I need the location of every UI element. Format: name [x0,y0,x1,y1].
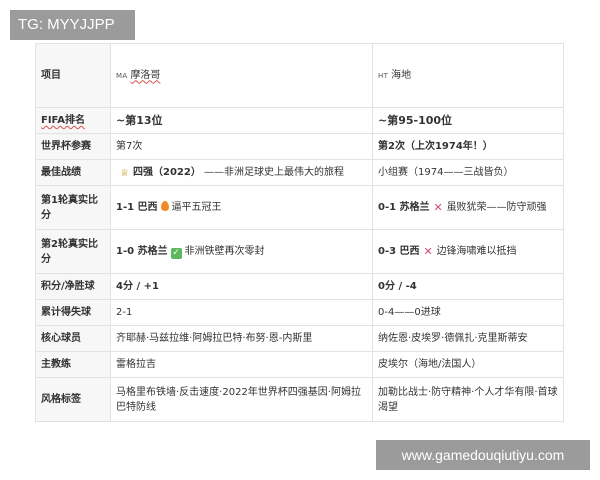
row-label-players: 核心球员 [35,325,111,352]
team-a-name: 摩洛哥 [130,69,161,81]
style-team-b: 加勒比战士·防守精神·个人才华有限·首球渴望 [372,377,564,422]
team-a-code: MA [116,71,128,80]
table-row: 累计得失球 2-1 0-4——0进球 [35,299,564,326]
row-label-goals: 累计得失球 [35,299,111,326]
header-label: 项目 [41,70,61,81]
players-team-b: 纳佐恩·皮埃罗·德佩扎·克里斯蒂安 [372,325,564,352]
table-row: 最佳战绩 ♕ 四强（2022） ——非洲足球史上最伟大的旅程 小组赛（1974——… [35,159,564,186]
goals-team-b: 0-4——0进球 [372,299,564,326]
table-row: 世界杯参赛 第7次 第2次（上次1974年！） [35,133,564,160]
check-icon: ✓ [170,248,182,259]
r1-team-a: 1-1 巴西 逼平五冠王 [110,185,373,230]
comparison-table: 项目 MA 摩洛哥 HT 海地 FIFA排名 ~第13位 ~第95-100位 世界杯… [35,43,564,422]
coach-team-b: 皮埃尔（海地/法国人） [372,351,564,378]
table-row: 第2轮真实比分 1-0 苏格兰 ✓ 非洲铁壁再次零封 0-3 巴西 ✕ 边锋海啸难以抵挡 [35,229,564,274]
team-b-name: 海地 [391,69,412,81]
table-row: 积分/净胜球 4分 / +1 0分 / -4 [35,273,564,300]
table-row: 核心球员 齐耶赫·马兹拉维·阿姆拉巴特·布努·恩-内斯里 纳佐恩·皮埃罗·德佩扎… [35,325,564,352]
team-a-header: MA 摩洛哥 [110,43,373,108]
table-header-row: 项目 MA 摩洛哥 HT 海地 [35,43,564,108]
coach-team-a: 雷格拉吉 [110,351,373,378]
best-team-b: 小组赛（1974——三战皆负） [372,159,564,186]
row-label-fifa: FIFA排名 [35,107,111,134]
row-label-coach: 主教练 [35,351,111,378]
table-row: 风格标签 马格里布铁墙·反击速度·2022年世界杯四强基因·阿姆拉巴特防线 加勒… [35,377,564,422]
channel-tag: TG: MYYJJPP [10,10,135,40]
points-team-a: 4分 / +1 [110,273,373,300]
row-label-r2: 第2轮真实比分 [35,229,111,274]
r2-team-b: 0-3 巴西 ✕ 边锋海啸难以抵挡 [372,229,564,274]
team-b-header: HT 海地 [372,43,564,108]
row-label-r1: 第1轮真实比分 [35,185,111,230]
table-row: 第1轮真实比分 1-1 巴西 逼平五冠王 0-1 苏格兰 ✕ 虽败犹荣——防守顽强 [35,185,564,230]
row-label-wc: 世界杯参赛 [35,133,111,160]
row-label-best: 最佳战绩 [35,159,111,186]
row-label-points: 积分/净胜球 [35,273,111,300]
points-team-b: 0分 / -4 [372,273,564,300]
goals-team-a: 2-1 [110,299,373,326]
cross-icon: ✕ [423,245,433,258]
r1-team-b: 0-1 苏格兰 ✕ 虽败犹荣——防守顽强 [372,185,564,230]
table-row: 主教练 雷格拉吉 皮埃尔（海地/法国人） [35,351,564,378]
cross-icon: ✕ [433,201,443,214]
row-label-style: 风格标签 [35,377,111,422]
fifa-team-a: ~第13位 [110,107,373,134]
r2-team-a: 1-0 苏格兰 ✓ 非洲铁壁再次零封 [110,229,373,274]
team-b-code: HT [378,71,389,80]
trophy-icon: ♕ [120,168,129,179]
best-team-a: ♕ 四强（2022） ——非洲足球史上最伟大的旅程 [110,159,373,186]
style-team-a: 马格里布铁墙·反击速度·2022年世界杯四强基因·阿姆拉巴特防线 [110,377,373,422]
wc-team-b: 第2次（上次1974年！） [372,133,564,160]
table-row: FIFA排名 ~第13位 ~第95-100位 [35,107,564,134]
wc-team-a: 第7次 [110,133,373,160]
players-team-a: 齐耶赫·马兹拉维·阿姆拉巴特·布努·恩-内斯里 [110,325,373,352]
fifa-team-b: ~第95-100位 [372,107,564,134]
website-watermark: www.gamedouqiutiyu.com [376,440,590,470]
header-label-cell: 项目 [35,43,111,108]
fire-icon [160,201,169,211]
